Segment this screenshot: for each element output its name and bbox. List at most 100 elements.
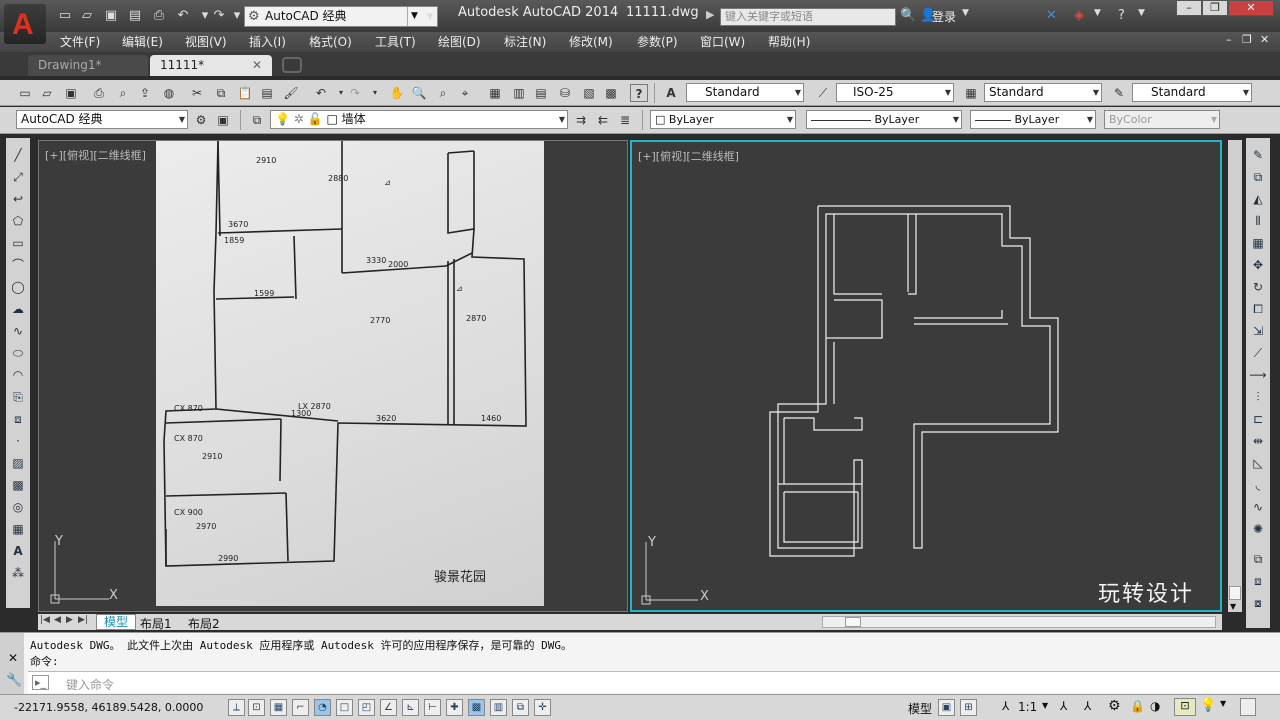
lock-ui-icon[interactable]: 🔒 bbox=[1130, 699, 1145, 713]
layer-previous-icon[interactable]: ⇇ bbox=[594, 111, 612, 129]
viewport-left[interactable]: [+][俯视][二维线框] 2910 2880 ⊿ 3670 1859 3330… bbox=[38, 140, 628, 612]
insert-block-icon[interactable]: ⎘ bbox=[9, 388, 27, 406]
tool-palettes-icon[interactable]: ▤ bbox=[532, 84, 550, 102]
connect-dropdown-icon[interactable]: ▼ bbox=[1094, 8, 1101, 18]
text-style-icon[interactable]: A bbox=[662, 84, 680, 102]
app-menu-button[interactable]: A bbox=[4, 4, 46, 44]
tab-layout2[interactable]: 布局2 bbox=[188, 615, 220, 632]
save-icon[interactable]: ▣ bbox=[62, 84, 80, 102]
login-dropdown-icon[interactable]: ▼ bbox=[962, 8, 969, 18]
doc-restore-icon[interactable]: ❐ bbox=[1242, 33, 1252, 46]
first-layout-icon[interactable]: |◀ bbox=[40, 615, 50, 625]
object-snap-tracking-icon[interactable]: ∠ bbox=[380, 699, 397, 716]
close-button[interactable]: ✕ bbox=[1228, 0, 1274, 16]
menu-edit[interactable]: 编辑(E) bbox=[122, 33, 163, 50]
construction-line-icon[interactable]: ⤢ bbox=[9, 168, 27, 186]
scrollbar-thumb[interactable] bbox=[1229, 586, 1241, 600]
layer-select[interactable]: 💡 ✲ 🔓 □ 墙体 ▼ bbox=[270, 110, 568, 129]
search-input[interactable]: 键入关键字或短语 bbox=[720, 8, 896, 26]
tab-model[interactable]: 模型 bbox=[96, 614, 136, 630]
ellipse-icon[interactable]: ⬭ bbox=[9, 344, 27, 362]
break-icon[interactable]: ⊏ bbox=[1249, 410, 1267, 428]
polar-tracking-icon[interactable]: ◔ bbox=[314, 699, 331, 716]
save-icon[interactable]: ▣ bbox=[102, 7, 120, 25]
clean-screen-icon[interactable] bbox=[1240, 698, 1256, 716]
menu-dimension[interactable]: 标注(N) bbox=[504, 33, 546, 50]
model-space-button[interactable]: 模型 bbox=[908, 700, 932, 717]
close-icon[interactable]: ✕ bbox=[8, 651, 18, 665]
previous-layout-icon[interactable]: ◀ bbox=[54, 615, 61, 625]
command-line-handle[interactable]: ✕ 🔧 bbox=[0, 633, 24, 695]
command-prompt-icon[interactable]: ▸_ bbox=[32, 675, 50, 690]
workspace-toolbar-select[interactable]: AutoCAD 经典 ▼ bbox=[16, 110, 188, 129]
revision-cloud-icon[interactable]: ☁ bbox=[9, 300, 27, 318]
viewport-label[interactable]: [+][俯视][二维线框] bbox=[45, 147, 146, 163]
new-tab-icon[interactable] bbox=[282, 57, 302, 73]
annotation-scale-value[interactable]: 1:1 bbox=[1018, 700, 1037, 714]
extend-icon[interactable]: ⟶ bbox=[1249, 366, 1267, 384]
lineweight-select[interactable]: ByLayer ▼ bbox=[970, 110, 1096, 129]
zoom-previous-icon[interactable]: ⌖ bbox=[456, 84, 474, 102]
blend-curves-icon[interactable]: ∿ bbox=[1249, 498, 1267, 516]
next-layout-icon[interactable]: ▶ bbox=[66, 615, 73, 625]
tab-close-icon[interactable]: ✕ bbox=[252, 55, 262, 75]
last-layout-icon[interactable]: ▶| bbox=[78, 615, 88, 625]
markup-icon[interactable]: ▧ bbox=[580, 84, 598, 102]
annotation-monitor-icon[interactable]: ✛ bbox=[534, 699, 551, 716]
annotation-visibility-icon[interactable]: ⅄ bbox=[1060, 699, 1067, 713]
workspace-settings-icon[interactable]: ⚙ bbox=[192, 111, 210, 129]
menu-file[interactable]: 文件(F) bbox=[60, 33, 100, 50]
calculator-icon[interactable]: ▩ bbox=[602, 84, 620, 102]
exchange-icon[interactable]: ✕ bbox=[1046, 8, 1057, 23]
ortho-mode-icon[interactable]: ⌐ bbox=[292, 699, 309, 716]
quick-properties-icon[interactable]: ▥ bbox=[490, 699, 507, 716]
snap-mode-icon[interactable]: ⊡ bbox=[248, 699, 265, 716]
dim-style-icon[interactable]: ⟋ bbox=[814, 84, 832, 102]
horizontal-scrollbar[interactable] bbox=[822, 616, 1216, 628]
join-icon[interactable]: ⇹ bbox=[1249, 432, 1267, 450]
show-lineweight-icon[interactable]: ✚ bbox=[446, 699, 463, 716]
paste-block-icon[interactable]: ▤ bbox=[258, 84, 276, 102]
coordinates-readout[interactable]: -22171.9558, 46189.5428, 0.0000 bbox=[14, 701, 203, 714]
open-file-icon[interactable]: ▱ bbox=[78, 7, 96, 25]
scrollbar-thumb[interactable] bbox=[845, 617, 861, 627]
quick-view-layouts-icon[interactable]: ⊞ bbox=[960, 699, 977, 716]
3d-dwf-icon[interactable]: ◍ bbox=[160, 84, 178, 102]
add-selected-icon[interactable]: ⁂ bbox=[9, 564, 27, 582]
menu-window[interactable]: 窗口(W) bbox=[700, 33, 745, 50]
transparency-icon[interactable]: ▩ bbox=[468, 699, 485, 716]
dynamic-input-icon[interactable]: ⊢ bbox=[424, 699, 441, 716]
object-snap-icon[interactable]: □ bbox=[336, 699, 353, 716]
line-icon[interactable]: ╱ bbox=[9, 146, 27, 164]
text-style-select[interactable]: Standard ▼ bbox=[686, 83, 804, 102]
menu-view[interactable]: 视图(V) bbox=[185, 33, 227, 50]
zoom-realtime-icon[interactable]: 🔍 bbox=[410, 84, 428, 102]
stretch-icon[interactable]: ⇲ bbox=[1249, 322, 1267, 340]
bulb-icon[interactable]: 💡 bbox=[1200, 698, 1216, 713]
menu-tools[interactable]: 工具(T) bbox=[375, 33, 416, 50]
chevron-down-icon[interactable]: ▼ bbox=[1042, 701, 1048, 710]
trim-icon[interactable]: ⟋ bbox=[1249, 344, 1267, 362]
plot-icon[interactable]: ⎙ bbox=[90, 84, 108, 102]
sheet-set-icon[interactable]: ⛁ bbox=[556, 84, 574, 102]
viewport-right[interactable]: [+][俯视][二维线框] Y X 玩转设计 bbox=[630, 140, 1222, 612]
auto-scale-icon[interactable]: ⅄ bbox=[1084, 699, 1091, 713]
workspace-select[interactable]: ⚙ AutoCAD 经典 ▼ bbox=[244, 6, 438, 27]
region-icon[interactable]: ◎ bbox=[9, 498, 27, 516]
menu-format[interactable]: 格式(O) bbox=[309, 33, 352, 50]
dim-style-select[interactable]: ISO-25 ▼ bbox=[836, 83, 954, 102]
break-at-point-icon[interactable]: ⫶ bbox=[1249, 388, 1267, 406]
menu-help[interactable]: 帮助(H) bbox=[768, 33, 810, 50]
undo-icon[interactable]: ↶ bbox=[312, 84, 330, 102]
match-properties-icon[interactable]: 🖌 bbox=[282, 84, 300, 102]
circle-icon[interactable]: ◯ bbox=[9, 278, 27, 296]
menu-modify[interactable]: 修改(M) bbox=[569, 33, 613, 50]
redo-dropdown-icon[interactable]: ▾ bbox=[366, 84, 384, 102]
3d-object-snap-icon[interactable]: ◰ bbox=[358, 699, 375, 716]
ellipse-arc-icon[interactable]: ◠ bbox=[9, 366, 27, 384]
linetype-select[interactable]: ByLayer ▼ bbox=[806, 110, 962, 129]
menu-insert[interactable]: 插入(I) bbox=[249, 33, 286, 50]
color-select[interactable]: □ ByLayer ▼ bbox=[650, 110, 796, 129]
table-style-icon[interactable]: ▦ bbox=[962, 84, 980, 102]
fillet-icon[interactable]: ◟ bbox=[1249, 476, 1267, 494]
